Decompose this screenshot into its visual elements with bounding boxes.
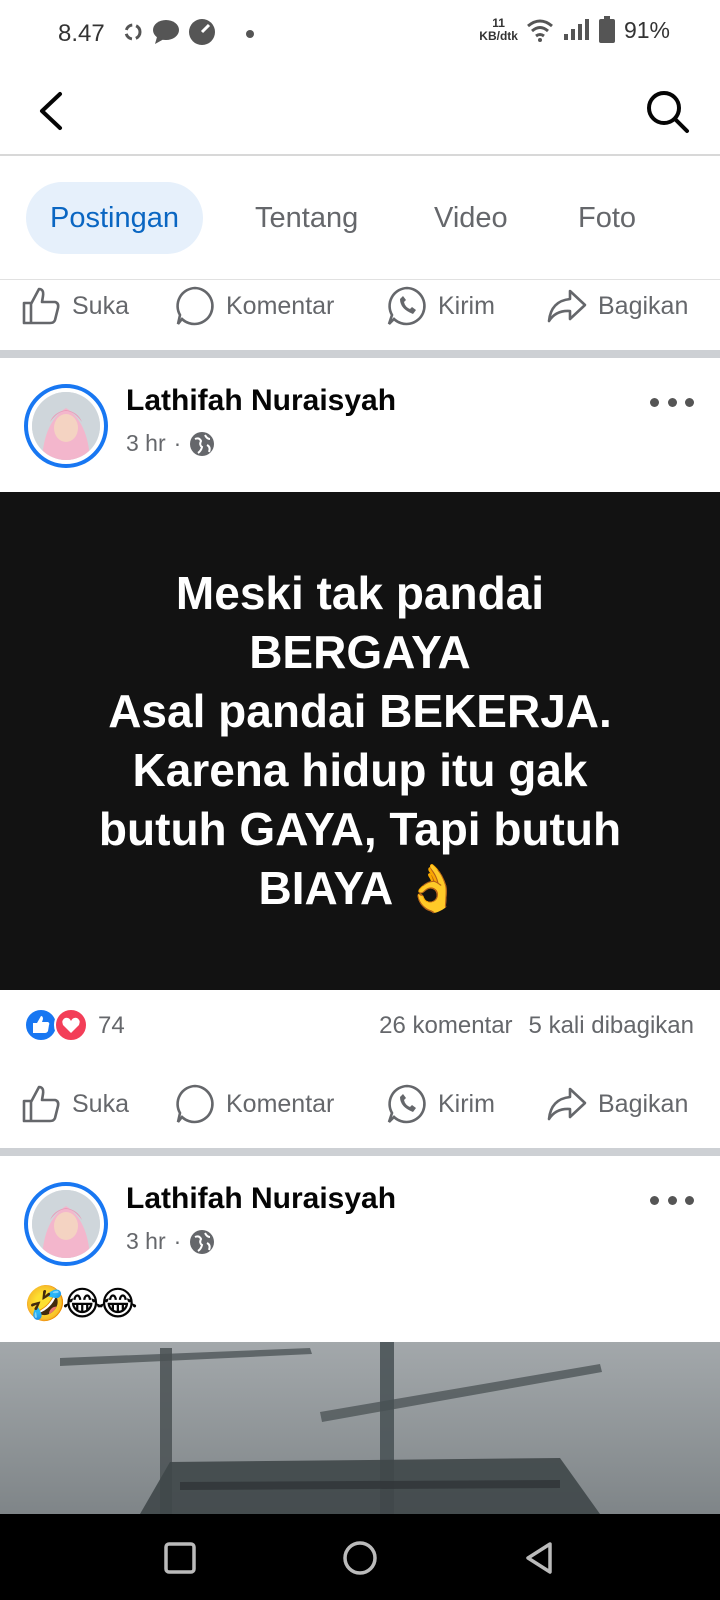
construction-photo — [0, 1342, 720, 1514]
comment-count[interactable]: 26 komentar — [379, 1012, 512, 1040]
system-back-button[interactable] — [518, 1536, 562, 1580]
system-nav-bar — [0, 1514, 720, 1600]
avatar-photo — [32, 1190, 100, 1258]
share-label: Bagikan — [598, 291, 689, 320]
like-button[interactable]: Suka — [20, 274, 129, 338]
more-dot-icon — [685, 397, 694, 407]
post-meta: 3 hr · — [126, 1228, 215, 1255]
post-author[interactable]: Lathifah Nuraisyah — [126, 384, 396, 418]
battery-icon — [598, 16, 615, 43]
post-photo[interactable] — [0, 1342, 720, 1514]
back-arrow-icon — [40, 92, 62, 130]
reaction-count[interactable]: 74 — [98, 1012, 125, 1040]
net-speed-unit: KB/dtk — [479, 29, 518, 43]
tab-tentang[interactable]: Tentang — [255, 182, 358, 254]
back-button[interactable] — [30, 86, 80, 136]
share-button[interactable]: Bagikan — [546, 274, 688, 338]
post-header: Lathifah Nuraisyah 3 hr · — [0, 384, 720, 484]
gauge-icon — [189, 19, 215, 45]
post-text: 🤣😂😂 — [24, 1285, 138, 1323]
comment-button[interactable]: Komentar — [174, 1072, 334, 1136]
like-label: Suka — [72, 291, 129, 320]
like-button[interactable]: Suka — [20, 1072, 129, 1136]
globe-icon — [190, 431, 215, 456]
comment-label: Komentar — [226, 1089, 335, 1118]
tab-video[interactable]: Video — [434, 182, 508, 254]
whatsapp-icon — [387, 1084, 426, 1124]
post-time[interactable]: 3 hr — [126, 430, 166, 457]
action-bar-previous: Suka Komentar Kirim Bagikan — [0, 274, 720, 338]
search-icon — [647, 91, 689, 133]
back-triangle-icon — [526, 1542, 552, 1574]
post-author[interactable]: Lathifah Nuraisyah — [126, 1182, 396, 1216]
search-button[interactable] — [642, 86, 694, 138]
whatsapp-icon — [387, 286, 426, 326]
share-arrow-icon — [547, 289, 587, 323]
more-dot-icon — [667, 397, 677, 407]
tab-foto[interactable]: Foto — [578, 182, 636, 254]
status-bar: 8.47 11 KB/dtk 91% — [0, 0, 720, 68]
notification-dot — [246, 30, 254, 38]
more-dot-icon — [650, 1195, 659, 1205]
reaction-summary: 74 26 komentar 5 kali dibagikan — [0, 1000, 720, 1050]
meta-separator: · — [173, 1228, 182, 1254]
sync-icon — [124, 23, 142, 41]
avatar[interactable] — [24, 384, 108, 468]
send-button[interactable]: Kirim — [386, 1072, 495, 1136]
post-options-button[interactable] — [650, 1190, 694, 1210]
profile-tabs: Postingan Tentang Video Foto — [0, 156, 720, 280]
post-time[interactable]: 3 hr — [126, 1228, 166, 1255]
more-dot-icon — [685, 1195, 694, 1205]
share-arrow-icon — [547, 1087, 587, 1121]
send-label: Kirim — [438, 291, 495, 320]
wifi-icon — [526, 19, 553, 42]
post-header: Lathifah Nuraisyah 3 hr · — [0, 1182, 720, 1282]
comment-label: Komentar — [226, 291, 335, 320]
comment-icon — [176, 286, 214, 326]
comment-icon — [176, 1084, 214, 1124]
post-meta: 3 hr · — [126, 430, 215, 457]
meta-separator: · — [173, 430, 182, 456]
share-count[interactable]: 5 kali dibagikan — [529, 1012, 694, 1040]
share-button[interactable]: Bagikan — [546, 1072, 688, 1136]
comment-button[interactable]: Komentar — [174, 274, 334, 338]
thumbs-up-icon — [22, 287, 60, 325]
recents-icon — [164, 1542, 196, 1574]
post-stats: 26 komentar 5 kali dibagikan — [379, 1012, 694, 1040]
avatar-photo — [32, 392, 100, 460]
share-label: Bagikan — [598, 1089, 689, 1118]
more-dot-icon — [667, 1195, 677, 1205]
signal-icon — [563, 19, 589, 40]
feed-divider — [0, 350, 720, 358]
thumbs-up-icon — [22, 1085, 60, 1123]
like-label: Suka — [72, 1089, 129, 1118]
app-header — [0, 68, 720, 156]
home-circle-icon — [343, 1541, 377, 1575]
feed-divider — [0, 1148, 720, 1156]
more-dot-icon — [650, 397, 659, 407]
system-icons: 11 KB/dtk 91% — [479, 16, 670, 44]
status-time: 8.47 — [58, 20, 105, 47]
text-post-background[interactable]: Meski tak pandai BERGAYA Asal pandai BEK… — [0, 492, 720, 990]
send-label: Kirim — [438, 1089, 495, 1118]
home-button[interactable] — [338, 1536, 382, 1580]
action-bar: Suka Komentar Kirim Bagikan — [0, 1072, 720, 1136]
post-text: Meski tak pandai BERGAYA Asal pandai BEK… — [98, 567, 622, 914]
net-speed: 11 KB/dtk — [479, 17, 518, 43]
chat-bubble-icon — [153, 20, 179, 44]
battery-percent: 91% — [623, 16, 670, 43]
reaction-icons[interactable] — [24, 1008, 88, 1042]
notification-icons — [122, 18, 216, 46]
globe-icon — [190, 1229, 215, 1254]
tab-postingan[interactable]: Postingan — [26, 182, 203, 254]
avatar[interactable] — [24, 1182, 108, 1266]
send-button[interactable]: Kirim — [386, 274, 495, 338]
post-options-button[interactable] — [650, 392, 694, 412]
love-reaction-icon — [54, 1008, 88, 1042]
like-reaction-icon — [24, 1008, 58, 1042]
recents-button[interactable] — [158, 1536, 202, 1580]
